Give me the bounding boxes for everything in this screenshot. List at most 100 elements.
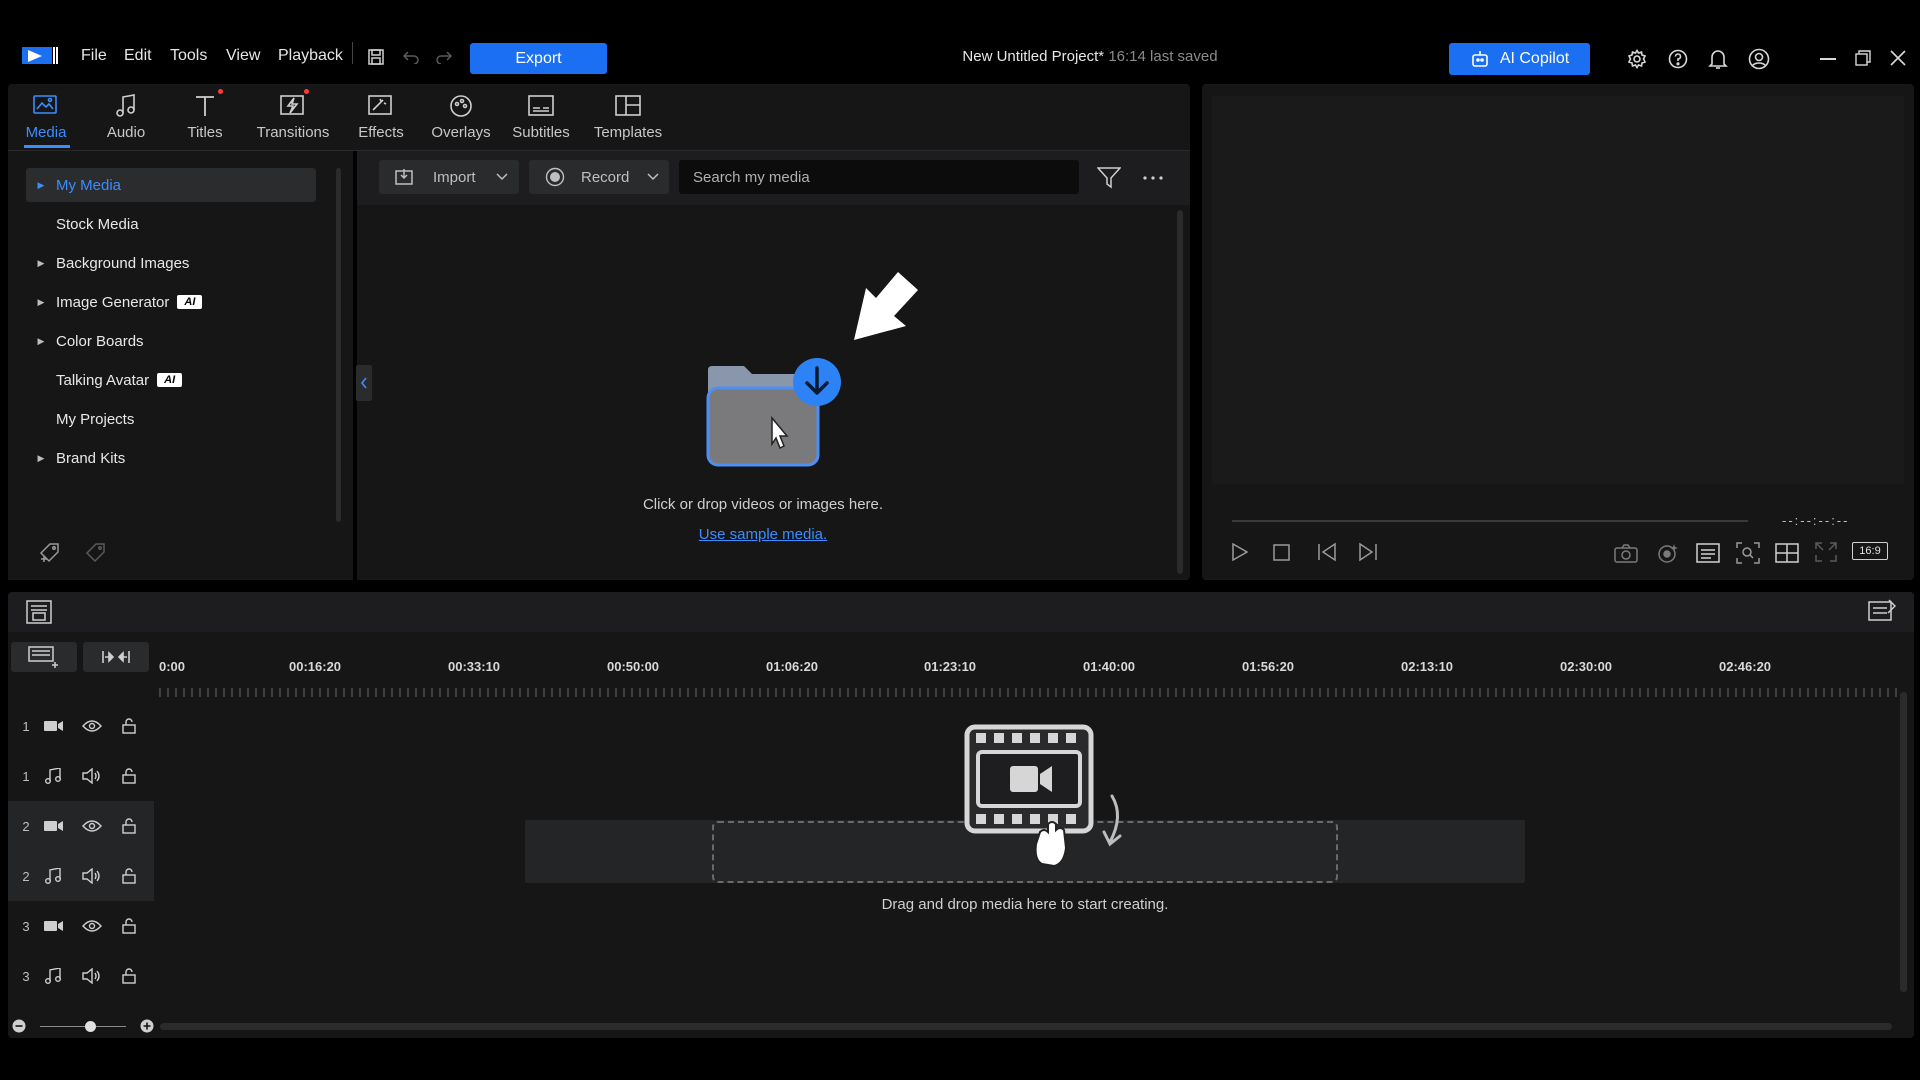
zoom-slider-track[interactable] — [40, 1026, 126, 1027]
save-icon[interactable] — [367, 48, 385, 66]
minimize-icon[interactable] — [1820, 58, 1836, 60]
track-header-audio-3[interactable]: 3 — [8, 951, 154, 1001]
lock-icon[interactable] — [122, 718, 136, 734]
use-sample-media-wrap: Use sample media. — [596, 526, 930, 544]
menu-edit[interactable]: Edit — [124, 47, 152, 65]
export-button[interactable]: Export — [470, 43, 607, 74]
next-frame-icon[interactable] — [1356, 542, 1380, 562]
track-header-video-2[interactable]: 2 — [8, 801, 154, 851]
speaker-icon[interactable] — [82, 868, 102, 884]
expand-arrow-icon: ▶ — [37, 257, 45, 268]
track-header-audio-1[interactable]: 1 — [8, 751, 154, 801]
timeline-horizontal-scrollbar[interactable] — [160, 1023, 1892, 1030]
help-icon[interactable] — [1668, 49, 1688, 69]
undo-icon[interactable] — [402, 50, 420, 64]
zoom-out-icon[interactable] — [12, 1019, 26, 1033]
menu-tools[interactable]: Tools — [170, 47, 207, 65]
snapshot-camera-icon[interactable] — [1614, 543, 1638, 563]
tab-subtitles[interactable]: Subtitles — [502, 92, 580, 144]
lock-icon[interactable] — [122, 868, 136, 884]
ruler-label: 00:50:00 — [607, 659, 660, 674]
filter-icon[interactable] — [1097, 167, 1121, 189]
chevron-down-icon — [647, 173, 659, 181]
aspect-ratio-button[interactable]: 16:9 — [1852, 542, 1888, 560]
subtitles-toggle-icon[interactable] — [1696, 543, 1720, 563]
preview-scrubber[interactable] — [1232, 520, 1748, 522]
lock-icon[interactable] — [122, 968, 136, 984]
music-note-icon — [44, 868, 64, 884]
track-header-video-1[interactable]: 1 — [8, 701, 154, 751]
add-tag-icon[interactable] — [38, 542, 64, 564]
edit-tag-icon[interactable] — [84, 542, 110, 564]
sidebar-item-label: My Media — [56, 176, 122, 194]
redo-icon[interactable] — [435, 50, 453, 64]
fit-timeline-button[interactable] — [83, 642, 149, 672]
new-badge-dot — [218, 89, 223, 94]
restore-icon[interactable] — [1855, 50, 1871, 66]
sidebar-item-brand-kits[interactable]: ▶ Brand Kits — [26, 441, 316, 475]
media-scrollbar[interactable] — [1177, 210, 1183, 574]
sidebar-item-talking-avatar[interactable]: Talking Avatar AI — [26, 363, 316, 397]
sidebar-item-my-projects[interactable]: My Projects — [26, 402, 316, 436]
account-icon[interactable] — [1748, 48, 1770, 70]
ai-voice-icon[interactable] — [1656, 542, 1680, 564]
menu-file[interactable]: File — [81, 47, 107, 65]
layout-grid-icon[interactable] — [1775, 543, 1799, 563]
previous-frame-icon[interactable] — [1315, 542, 1339, 562]
timeline-ruler[interactable] — [158, 680, 1898, 700]
track-header-video-3[interactable]: 3 — [8, 901, 154, 951]
ai-copilot-button[interactable]: AI Copilot — [1449, 43, 1590, 75]
import-label: Import — [433, 168, 476, 186]
zoom-in-icon[interactable] — [140, 1019, 154, 1033]
stop-icon[interactable] — [1273, 544, 1290, 561]
sidebar-item-image-generator[interactable]: ▶ Image Generator AI — [26, 285, 316, 319]
use-sample-media-link[interactable]: Use sample media. — [699, 526, 827, 543]
lock-icon[interactable] — [122, 768, 136, 784]
music-note-icon — [44, 768, 64, 784]
more-options-icon[interactable] — [1143, 176, 1163, 180]
zoom-fit-icon[interactable] — [1736, 542, 1760, 564]
sidebar-item-my-media[interactable]: ▶ My Media — [26, 168, 316, 202]
fullscreen-icon[interactable] — [1815, 542, 1837, 562]
zoom-slider-handle[interactable] — [85, 1021, 96, 1032]
ruler-label: 02:30:00 — [1560, 659, 1613, 674]
speaker-icon[interactable] — [82, 768, 102, 784]
eye-icon[interactable] — [82, 719, 102, 733]
eye-icon[interactable] — [82, 919, 102, 933]
record-button[interactable]: Record — [529, 160, 669, 194]
timeline-vertical-scrollbar[interactable] — [1900, 692, 1907, 992]
save-status: 16:14 last saved — [1108, 48, 1218, 65]
tab-media[interactable]: Media — [7, 92, 85, 144]
close-icon[interactable] — [1890, 50, 1906, 66]
notification-bell-icon[interactable] — [1708, 48, 1728, 70]
storyboard-view-icon[interactable] — [26, 600, 52, 624]
tab-templates[interactable]: Templates — [589, 92, 667, 144]
tab-overlays[interactable]: Overlays — [422, 92, 500, 144]
preview-canvas[interactable] — [1212, 96, 1904, 484]
eye-icon[interactable] — [82, 819, 102, 833]
ruler-label: 02:13:10 — [1401, 659, 1454, 674]
play-icon[interactable] — [1231, 542, 1249, 562]
search-input[interactable]: Search my media — [679, 160, 1079, 194]
import-button[interactable]: Import — [379, 160, 519, 194]
timeline-settings-icon[interactable] — [1868, 598, 1896, 624]
menu-view[interactable]: View — [226, 47, 260, 65]
collapse-sidebar-button[interactable] — [356, 365, 372, 401]
tab-transitions[interactable]: Transitions — [254, 89, 332, 144]
menu-playback[interactable]: Playback — [278, 47, 343, 65]
settings-gear-icon[interactable] — [1627, 49, 1647, 69]
tab-effects[interactable]: Effects — [342, 92, 420, 144]
sidebar-item-color-boards[interactable]: ▶ Color Boards — [26, 324, 316, 358]
tab-titles[interactable]: Titles — [166, 89, 244, 144]
folder-upload-icon — [706, 358, 846, 468]
track-header-audio-2[interactable]: 2 — [8, 851, 154, 901]
lock-icon[interactable] — [122, 918, 136, 934]
tab-audio[interactable]: Audio — [87, 92, 165, 144]
speaker-icon[interactable] — [82, 968, 102, 984]
sidebar-scrollbar[interactable] — [336, 168, 341, 522]
track-number: 3 — [22, 968, 30, 984]
lock-icon[interactable] — [122, 818, 136, 834]
sidebar-item-background-images[interactable]: ▶ Background Images — [26, 246, 316, 280]
add-track-button[interactable] — [11, 642, 77, 672]
sidebar-item-stock-media[interactable]: Stock Media — [26, 207, 316, 241]
